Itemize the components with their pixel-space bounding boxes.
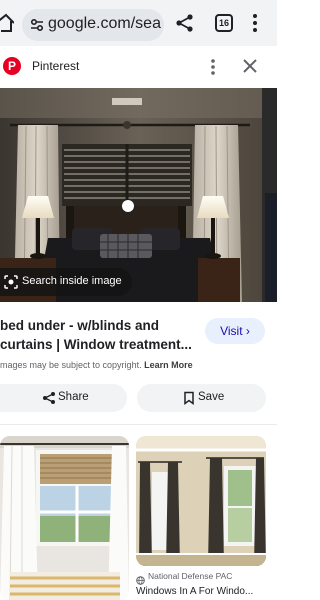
copyright-text: mages may be subject to copyright.: [0, 360, 142, 370]
related-image-2[interactable]: [136, 436, 266, 566]
bookmark-icon: [182, 391, 196, 405]
related-source[interactable]: National Defense PAC: [136, 571, 276, 585]
source-header: P Pinterest: [0, 46, 277, 88]
copyright-notice: mages may be subject to copyright. Learn…: [0, 360, 277, 370]
close-icon[interactable]: [242, 58, 258, 74]
related-title[interactable]: Windows In A For Windo...: [136, 586, 276, 597]
browser-menu-icon[interactable]: [252, 12, 258, 34]
share-label: Share: [58, 391, 89, 403]
visit-label: Visit: [220, 324, 243, 338]
share-button[interactable]: Share: [0, 384, 127, 412]
divider: [0, 424, 277, 425]
home-icon[interactable]: [0, 12, 15, 34]
pinterest-logo: P: [3, 57, 21, 75]
more-options-icon[interactable]: [210, 58, 216, 76]
site-settings-icon[interactable]: [30, 18, 44, 32]
source-name[interactable]: Pinterest: [32, 59, 79, 73]
browser-toolbar: google.com/sea 16: [0, 0, 277, 46]
lens-icon: [3, 274, 19, 290]
search-inside-image-button[interactable]: Search inside image: [0, 268, 132, 296]
tab-switcher-button[interactable]: 16: [215, 14, 233, 32]
learn-more-link[interactable]: Learn More: [144, 360, 193, 370]
url-bar[interactable]: google.com/sea: [22, 9, 164, 41]
url-text[interactable]: google.com/sea: [48, 15, 161, 33]
chevron-right-icon: ›: [245, 324, 250, 338]
share-page-icon[interactable]: [175, 13, 195, 33]
related-image-1[interactable]: [0, 436, 129, 600]
search-inside-image-label: Search inside image: [22, 275, 122, 287]
visit-button[interactable]: Visit ›: [205, 318, 265, 344]
globe-icon: [136, 572, 145, 585]
share-icon: [42, 391, 56, 405]
result-title[interactable]: bed under - w/blinds and curtains | Wind…: [0, 316, 196, 356]
save-label: Save: [198, 391, 225, 403]
related-source-name: National Defense PAC: [148, 571, 233, 581]
save-button[interactable]: Save: [137, 384, 266, 412]
